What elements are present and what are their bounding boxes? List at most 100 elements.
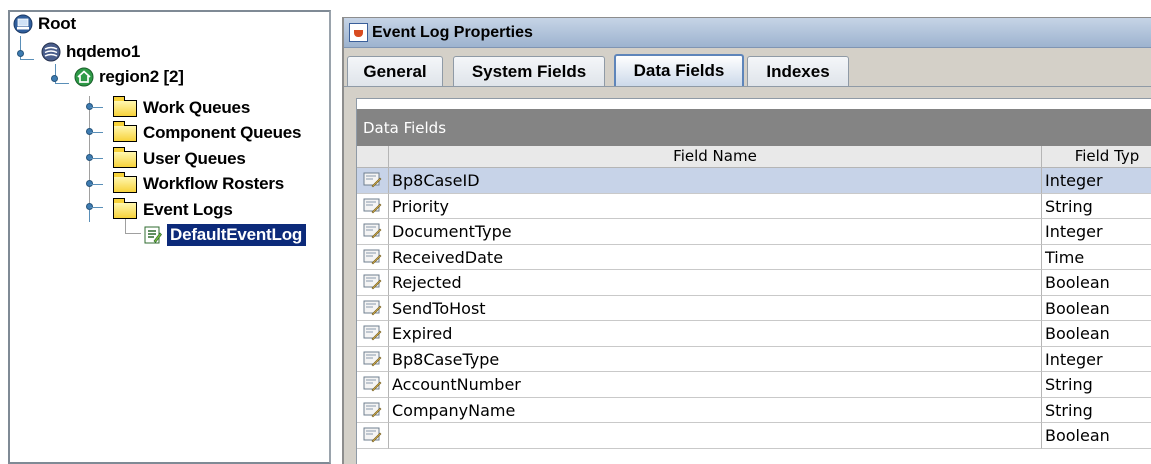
tab-indexes[interactable]: Indexes: [747, 56, 849, 86]
field-type-cell[interactable]: Integer: [1042, 168, 1151, 194]
row-header-cell[interactable]: [357, 168, 389, 194]
field-type-cell[interactable]: Boolean: [1042, 270, 1151, 296]
tree-connector: [55, 83, 69, 84]
field-type-cell[interactable]: String: [1042, 372, 1151, 398]
field-name: DocumentType: [392, 222, 512, 241]
root-icon: [13, 14, 33, 34]
field-name-cell[interactable]: ReceivedDate: [389, 244, 1042, 270]
field-name-cell[interactable]: Bp8CaseType: [389, 346, 1042, 372]
field-type-cell[interactable]: String: [1042, 398, 1151, 423]
column-header-label: Field Typ: [1074, 147, 1140, 165]
field-name-cell[interactable]: Rejected: [389, 270, 1042, 296]
server-icon: [41, 42, 61, 62]
tree-connector: [20, 59, 34, 60]
event-log-icon: [144, 226, 162, 244]
section-title: Data Fields: [363, 118, 447, 137]
table-row[interactable]: CompanyName String: [357, 397, 1151, 423]
field-row-icon: [363, 198, 382, 214]
field-name-cell[interactable]: DocumentType: [389, 219, 1042, 245]
field-row-icon: [363, 223, 382, 239]
field-row-icon: [363, 249, 382, 265]
row-header-cell[interactable]: [357, 295, 389, 321]
tree-node-region2[interactable]: region2 [2]: [74, 65, 184, 89]
field-type: String: [1045, 375, 1093, 394]
field-name-cell[interactable]: Bp8CaseID: [389, 168, 1042, 194]
event-log-properties-panel: Event Log Properties General System Fiel…: [342, 17, 1151, 464]
section-header: Data Fields: [357, 109, 1151, 146]
table-row[interactable]: SendToHost Boolean: [357, 295, 1151, 321]
field-name-cell[interactable]: CompanyName: [389, 397, 1042, 423]
tree-node-label: User Queues: [143, 149, 246, 168]
tree-node-label: Root: [38, 14, 76, 33]
row-header-cell[interactable]: [357, 423, 389, 449]
expand-toggle-icon[interactable]: [17, 50, 24, 57]
tab-system-fields[interactable]: System Fields: [453, 56, 605, 86]
table-row[interactable]: Priority String: [357, 193, 1151, 219]
field-name: SendToHost: [392, 298, 486, 318]
tab-data-fields[interactable]: Data Fields: [614, 54, 744, 86]
field-type-cell[interactable]: Boolean: [1042, 423, 1151, 449]
tree-connector: [90, 132, 103, 133]
field-row-icon: [363, 172, 382, 188]
tree-connector: [90, 158, 103, 159]
column-header-icon: [357, 146, 389, 168]
table-row[interactable]: AccountNumber String: [357, 372, 1151, 398]
field-name-cell[interactable]: SendToHost: [389, 295, 1042, 321]
tab-general[interactable]: General: [347, 56, 443, 86]
tree-node-root[interactable]: Root: [13, 12, 76, 36]
tree-node-work-queues[interactable]: Work Queues: [113, 95, 250, 120]
field-type-cell[interactable]: Boolean: [1042, 321, 1151, 347]
tab-content: Data Fields Field Name Field Typ Bp8Case…: [356, 98, 1151, 464]
tree-connector: [89, 210, 90, 222]
row-header-cell[interactable]: [357, 244, 389, 270]
row-header-cell[interactable]: [357, 270, 389, 296]
field-type: Integer: [1045, 171, 1103, 190]
row-header-cell[interactable]: [357, 397, 389, 423]
field-name: Bp8CaseID: [392, 171, 480, 190]
row-header-cell[interactable]: [357, 193, 389, 219]
column-header-field-name[interactable]: Field Name: [389, 146, 1042, 168]
tab-label: General: [363, 61, 427, 81]
field-type-cell[interactable]: Integer: [1042, 219, 1151, 245]
table-row[interactable]: Boolean: [357, 423, 1151, 449]
field-name-cell[interactable]: Priority: [389, 193, 1042, 219]
table-row[interactable]: Expired Boolean: [357, 321, 1151, 347]
folder-icon: [113, 120, 137, 142]
tree-node-default-event-log[interactable]: DefaultEventLog: [143, 223, 307, 247]
navigation-tree[interactable]: Root hqdemo1 region2 [2] Work Queues Com…: [8, 10, 331, 464]
field-name-cell[interactable]: Expired: [389, 321, 1042, 347]
field-type-cell[interactable]: String: [1042, 194, 1151, 219]
field-type-cell[interactable]: Integer: [1042, 347, 1151, 372]
field-row-icon: [363, 376, 382, 392]
tree-node-user-queues[interactable]: User Queues: [113, 146, 246, 171]
table-row[interactable]: Rejected Boolean: [357, 270, 1151, 296]
tree-node-hqdemo1[interactable]: hqdemo1: [41, 40, 140, 64]
field-type: String: [1045, 400, 1093, 420]
tree-node-event-logs[interactable]: Event Logs: [113, 197, 233, 222]
field-name-cell[interactable]: AccountNumber: [389, 372, 1042, 398]
table-row[interactable]: Bp8CaseType Integer: [357, 346, 1151, 372]
tree-node-label: Event Logs: [143, 200, 233, 219]
field-name: AccountNumber: [392, 375, 521, 394]
field-name-cell[interactable]: [389, 423, 1042, 449]
table-row[interactable]: Bp8CaseID Integer: [357, 168, 1151, 194]
row-header-cell[interactable]: [357, 219, 389, 245]
folder-icon: [113, 197, 137, 219]
tree-node-component-queues[interactable]: Component Queues: [113, 120, 302, 145]
column-header-field-type[interactable]: Field Typ: [1042, 146, 1151, 168]
tree-node-workflow-rosters[interactable]: Workflow Rosters: [113, 171, 284, 196]
field-type-cell[interactable]: Boolean: [1042, 296, 1151, 321]
tree-node-label: region2 [2]: [99, 67, 184, 86]
row-header-cell[interactable]: [357, 372, 389, 398]
tab-label: System Fields: [471, 61, 587, 81]
field-type: Integer: [1045, 222, 1103, 241]
table-row[interactable]: DocumentType Integer: [357, 219, 1151, 245]
field-row-icon: [363, 351, 382, 367]
row-header-cell[interactable]: [357, 346, 389, 372]
java-cup-icon: [349, 23, 368, 42]
row-header-cell[interactable]: [357, 321, 389, 347]
field-type-cell[interactable]: Time: [1042, 245, 1151, 270]
column-header-label: Field Name: [673, 147, 757, 165]
table-row[interactable]: ReceivedDate Time: [357, 244, 1151, 270]
expand-toggle-icon[interactable]: [51, 75, 58, 82]
